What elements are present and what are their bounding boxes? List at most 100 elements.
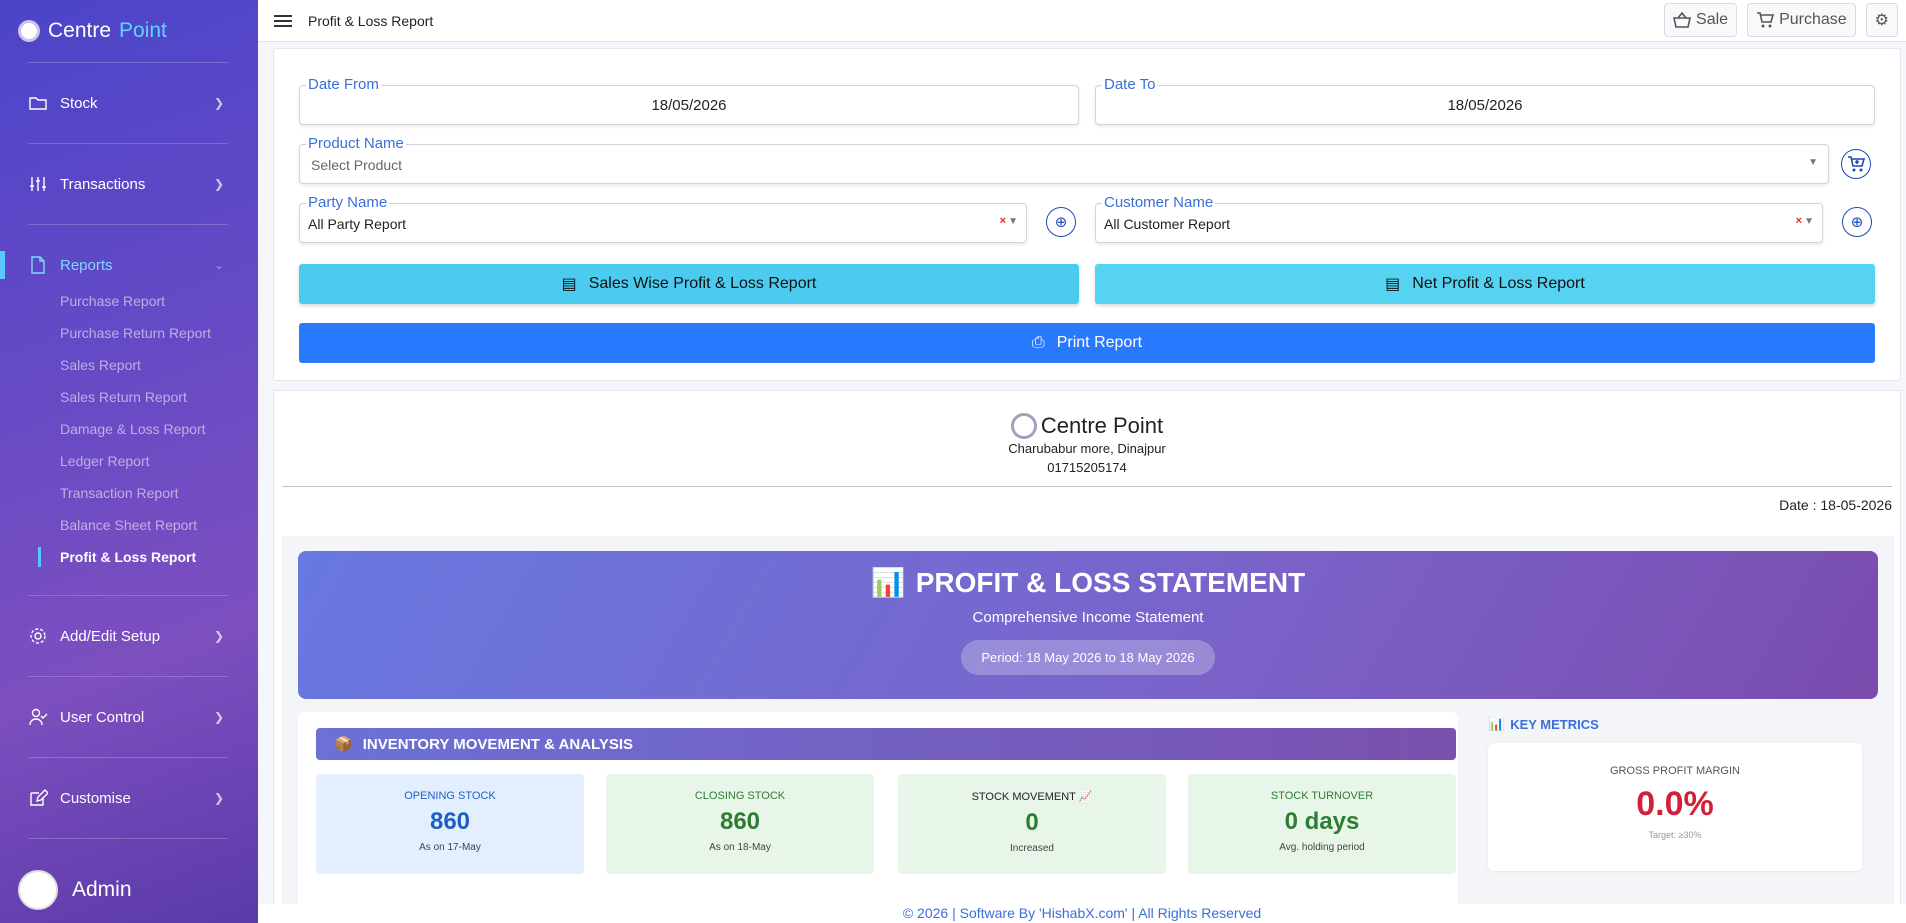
party-select[interactable]: Party Name All Party Report × ▼ (299, 195, 1027, 243)
submenu-item-sales-report[interactable]: Sales Report (60, 349, 258, 381)
crosshair-icon: ⊕ (1054, 214, 1068, 231)
party-value: All Party Report (308, 216, 407, 232)
stock-movement-card: STOCK MOVEMENT 📈 0 Increased (898, 774, 1166, 874)
sidebar-item-label: Customise (60, 789, 131, 807)
date-to-value: 18/05/2026 (1447, 97, 1523, 114)
card-sub: Avg. holding period (1279, 842, 1365, 853)
card-value: 0 (1025, 809, 1039, 836)
customer-select[interactable]: Customer Name All Customer Report × ▼ (1095, 195, 1823, 243)
footer: © 2026 | Software By 'HishabX.com' | All… (258, 904, 1906, 923)
bar-chart-icon: 📊 (1488, 716, 1505, 731)
file-icon (31, 256, 45, 274)
report-header: Centre Point Charubabur more, Dinajpur 0… (274, 413, 1900, 487)
period-badge: Period: 18 May 2026 to 18 May 2026 (961, 640, 1215, 675)
customer-locate-button[interactable]: ⊕ (1842, 207, 1872, 237)
reports-submenu: Purchase Report Purchase Return Report S… (0, 285, 258, 573)
date-to-label: Date To (1102, 76, 1158, 93)
gpm-value: 0.0% (1636, 785, 1714, 823)
company-address: Charubabur more, Dinajpur (1008, 441, 1166, 456)
chevron-down-icon: ▼ (1804, 216, 1814, 227)
print-icon: ⎙ (1031, 334, 1045, 351)
add-to-cart-button[interactable] (1841, 149, 1871, 179)
settings-button[interactable]: ⚙ (1865, 3, 1898, 37)
clear-icon[interactable]: × (1796, 215, 1802, 227)
submenu-item-profit-loss-report[interactable]: Profit & Loss Report (38, 541, 258, 573)
product-select[interactable]: Product Name Select Product ▼ (299, 136, 1829, 184)
net-report-button[interactable]: ▤ Net Profit & Loss Report (1095, 264, 1875, 304)
brand-name-b: Point (119, 19, 167, 42)
gpm-title: GROSS PROFIT MARGIN (1610, 765, 1740, 777)
print-report-button[interactable]: ⎙ Print Report (299, 323, 1875, 363)
submenu-item-damage-loss-report[interactable]: Damage & Loss Report (60, 413, 258, 445)
submenu-item-purchase-return-report[interactable]: Purchase Return Report (60, 317, 258, 349)
sidebar-item-label: Add/Edit Setup (60, 627, 161, 645)
sales-wise-report-button[interactable]: ▤ Sales Wise Profit & Loss Report (299, 264, 1079, 304)
net-label: Net Profit & Loss Report (1412, 275, 1585, 292)
submenu-item-ledger-report[interactable]: Ledger Report (60, 445, 258, 477)
sales-wise-label: Sales Wise Profit & Loss Report (588, 275, 817, 292)
product-placeholder: Select Product (311, 157, 403, 173)
cart-plus-icon (1848, 156, 1865, 172)
sidebar-item-label: User Control (60, 708, 145, 726)
purchase-button[interactable]: Purchase (1747, 3, 1856, 37)
card-sub: Increased (1010, 843, 1054, 854)
sidebar-item-label: Transactions (60, 175, 146, 193)
hamburger-menu-icon[interactable] (274, 12, 292, 30)
submenu-item-sales-return-report[interactable]: Sales Return Report (60, 381, 258, 413)
submenu-item-transaction-report[interactable]: Transaction Report (60, 477, 258, 509)
card-value: 860 (719, 808, 761, 835)
statement-body: 📊 PROFIT & LOSS STATEMENT Comprehensive I… (282, 536, 1894, 922)
chevron-right-icon: ❯ (213, 629, 224, 643)
chevron-right-icon: ❯ (213, 96, 224, 110)
chevron-down-icon: ⌄ (213, 258, 224, 272)
topbar: Profit & Loss Report Sale Purchase ⚙ (258, 0, 1906, 42)
opening-stock-card: OPENING STOCK 860 As on 17-May (316, 774, 584, 874)
print-label: Print Report (1056, 334, 1143, 351)
card-title: OPENING STOCK (404, 790, 496, 802)
cart-icon (1757, 12, 1775, 28)
crosshair-icon: ⊕ (1850, 214, 1864, 231)
sidebar-item-label: Reports (60, 256, 113, 274)
company-phone: 01715205174 (1047, 460, 1127, 475)
user-profile[interactable]: Admin (0, 857, 258, 923)
closing-stock-card: CLOSING STOCK 860 As on 18-May (606, 774, 874, 874)
chevron-down-icon: ▼ (1008, 216, 1018, 227)
sidebar-item-stock[interactable]: Stock ❯ (0, 63, 258, 143)
page-title: Profit & Loss Report (308, 12, 434, 29)
brand-logo-icon (18, 20, 40, 42)
date-from-field[interactable]: Date From 18/05/2026 (299, 77, 1079, 125)
sidebar-item-reports[interactable]: Reports ⌄ (0, 225, 258, 305)
statement-banner: 📊 PROFIT & LOSS STATEMENT Comprehensive I… (298, 551, 1878, 699)
submenu-item-balance-sheet-report[interactable]: Balance Sheet Report (60, 509, 258, 541)
sidebar-item-label: Stock (60, 94, 98, 112)
card-value: 860 (429, 808, 471, 835)
purchase-label: Purchase (1779, 11, 1847, 28)
brand-name-a: Centre (48, 19, 112, 42)
sale-label: Sale (1696, 11, 1729, 28)
sale-button[interactable]: Sale (1664, 3, 1738, 37)
inventory-title: INVENTORY MOVEMENT & ANALYSIS (362, 735, 634, 753)
receipt-icon: ▤ (561, 276, 577, 293)
chevron-down-icon: ▼ (1808, 157, 1818, 168)
gpm-target: Target: ≥30% (1648, 830, 1702, 840)
date-from-value: 18/05/2026 (651, 97, 727, 114)
bar-chart-icon: 📊 (870, 567, 906, 598)
customer-value: All Customer Report (1104, 216, 1231, 232)
card-title: STOCK MOVEMENT 📈 (898, 790, 1166, 803)
date-to-field[interactable]: Date To 18/05/2026 (1095, 77, 1875, 125)
sidebar-item-transactions[interactable]: Transactions ❯ (0, 144, 258, 224)
card-title-text: STOCK MOVEMENT (971, 791, 1076, 803)
card-sub: As on 18-May (709, 842, 771, 853)
clear-icon[interactable]: × (1000, 215, 1006, 227)
gross-profit-margin-card: GROSS PROFIT MARGIN 0.0% Target: ≥30% (1488, 743, 1862, 871)
inventory-section-header: 📦 INVENTORY MOVEMENT & ANALYSIS (316, 728, 1456, 760)
party-locate-button[interactable]: ⊕ (1046, 207, 1076, 237)
card-value: 0 days (1284, 808, 1360, 835)
key-metrics-heading: 📊 KEY METRICS (1488, 716, 1599, 732)
brand[interactable]: Centre Point (0, 0, 258, 62)
sidebar-item-user-control[interactable]: User Control ❯ (0, 677, 258, 757)
company-name: Centre Point (1040, 413, 1164, 438)
sidebar-item-add-edit-setup[interactable]: Add/Edit Setup ❯ (0, 596, 258, 676)
sidebar-item-customise[interactable]: Customise ❯ (0, 758, 258, 838)
cogs-icon: ⚙ (1874, 12, 1889, 29)
